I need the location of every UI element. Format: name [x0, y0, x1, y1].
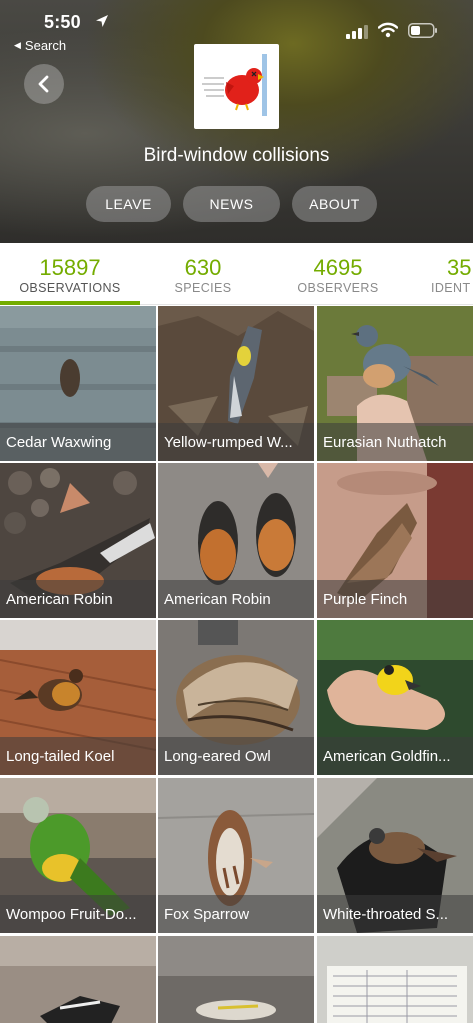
observation-tile[interactable]: Fox Sparrow [158, 778, 314, 933]
back-to-search-link[interactable]: ◀ Search [14, 38, 66, 53]
back-button[interactable] [24, 64, 64, 104]
bird-window-logo-icon [202, 54, 267, 116]
observation-species-label: Long-tailed Koel [0, 737, 156, 775]
observation-species-label: American Robin [0, 580, 156, 618]
observation-species-label: Yellow-rumped W... [158, 423, 314, 461]
observation-species-label: American Robin [158, 580, 314, 618]
tab-observations[interactable]: 15897 OBSERVATIONS [0, 243, 140, 305]
observation-tile[interactable] [0, 936, 156, 1023]
observation-species-label: Cedar Waxwing [0, 423, 156, 461]
leave-button[interactable]: LEAVE [86, 186, 171, 222]
stat-value: 15897 [39, 255, 101, 280]
stat-label: IDENT [431, 281, 471, 295]
observation-tile[interactable] [317, 936, 473, 1023]
observation-species-label: White-throated S... [317, 895, 473, 933]
observation-tile[interactable]: Purple Finch [317, 463, 473, 618]
observation-tile[interactable] [158, 936, 314, 1023]
observation-photo [158, 936, 314, 1023]
back-to-search-label: Search [24, 38, 67, 53]
signal-icon [346, 25, 368, 39]
observation-species-label: Purple Finch [317, 580, 473, 618]
stat-label: SPECIES [174, 281, 232, 295]
observation-tile[interactable]: Long-tailed Koel [0, 620, 156, 775]
observation-tile[interactable]: Wompoo Fruit-Do... [0, 778, 156, 933]
stat-value: 630 [184, 255, 222, 280]
news-button[interactable]: NEWS [183, 186, 280, 222]
observation-tile[interactable]: Eurasian Nuthatch [317, 306, 473, 461]
project-header: 5:50 ◀ Search Bird-window collisions LEA… [0, 0, 473, 243]
active-tab-indicator [0, 301, 140, 305]
observation-species-label: Wompoo Fruit-Do... [0, 895, 156, 933]
tab-observers[interactable]: 4695 OBSERVERS [268, 243, 408, 305]
tab-species[interactable]: 630 SPECIES [133, 243, 273, 305]
observation-tile[interactable]: Cedar Waxwing [0, 306, 156, 461]
status-time: 5:50 [44, 12, 81, 32]
chevron-left-icon [38, 75, 49, 93]
observation-species-label: Eurasian Nuthatch [317, 423, 473, 461]
project-logo [194, 44, 279, 129]
observation-tile[interactable]: American Robin [158, 463, 314, 618]
tab-identifiers[interactable]: 35 IDENT [403, 243, 473, 305]
observation-species-label: Fox Sparrow [158, 895, 314, 933]
observation-tile[interactable]: Long-eared Owl [158, 620, 314, 775]
observation-photo [317, 936, 473, 1023]
back-triangle-icon: ◀ [14, 40, 21, 50]
observation-species-label: Long-eared Owl [158, 737, 314, 775]
stats-tab-bar: 15897 OBSERVATIONS 630 SPECIES 4695 OBSE… [0, 243, 473, 305]
stat-value: 35 [447, 255, 472, 280]
observation-photo [0, 936, 156, 1023]
observation-tile[interactable]: American Goldfin... [317, 620, 473, 775]
battery-icon [408, 23, 437, 38]
project-title: Bird-window collisions [143, 145, 330, 166]
stat-label: OBSERVATIONS [19, 281, 121, 295]
observation-tile[interactable]: American Robin [0, 463, 156, 618]
observation-species-label: American Goldfin... [317, 737, 473, 775]
location-arrow-icon [96, 15, 108, 27]
stat-label: OBSERVERS [297, 281, 379, 295]
observation-tile[interactable]: White-throated S... [317, 778, 473, 933]
about-button[interactable]: ABOUT [292, 186, 377, 222]
stat-value: 4695 [313, 255, 363, 280]
wifi-icon [378, 22, 398, 38]
observation-tile[interactable]: Yellow-rumped W... [158, 306, 314, 461]
